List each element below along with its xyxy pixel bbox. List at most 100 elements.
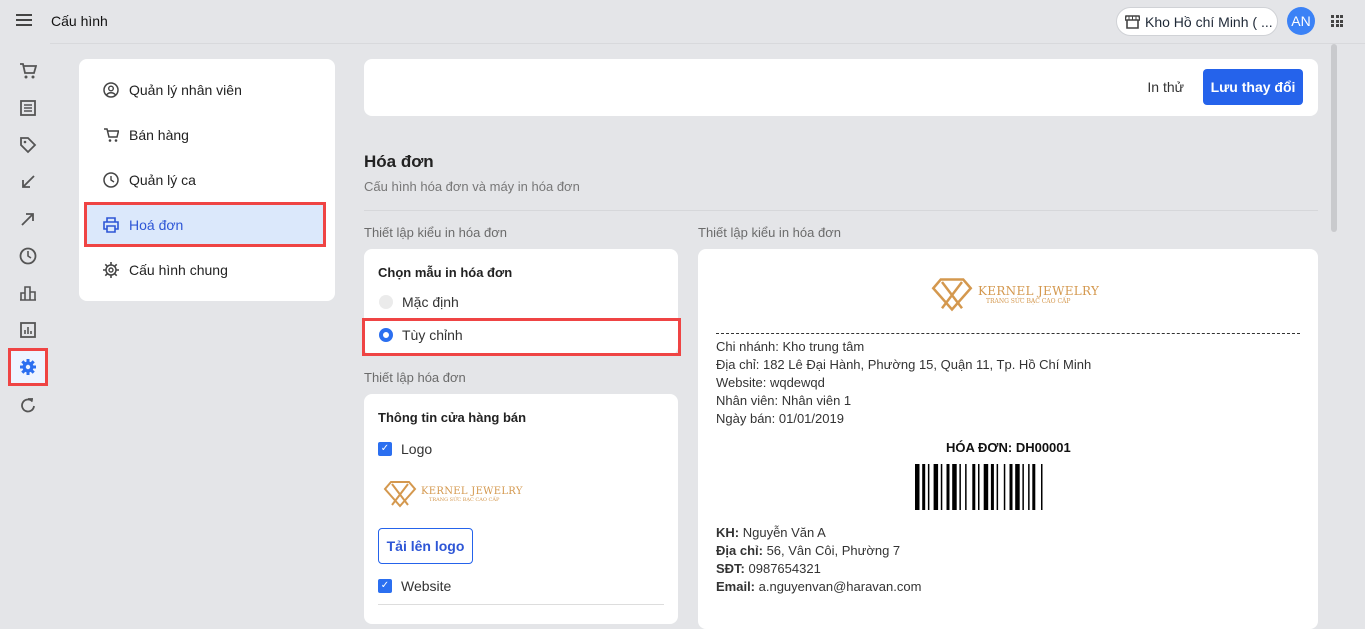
- receipt-icon: [20, 99, 36, 116]
- barcode-bar: [952, 464, 957, 510]
- barcode-bar: [927, 464, 930, 510]
- customer-line: SĐT: 0987654321: [716, 560, 921, 578]
- receipt-line: Website: wqdewqd: [716, 375, 825, 390]
- submenu-label: Quản lý ca: [129, 171, 196, 188]
- brand-tagline: TRANG SỨC BẠC CAO CẤP: [986, 298, 1071, 305]
- submenu-label: Cấu hình chung: [129, 261, 228, 278]
- checkbox-checked-icon[interactable]: ✓: [378, 579, 392, 593]
- submenu-staff[interactable]: Quản lý nhân viên: [79, 67, 335, 112]
- barcode-bar: [1028, 464, 1030, 510]
- nav-products[interactable]: [8, 126, 48, 163]
- settings-submenu: Quản lý nhân viên Bán hàng Quản lý ca Ho…: [79, 59, 335, 301]
- submenu-label: Quản lý nhân viên: [129, 81, 242, 98]
- barcode-bar: [978, 464, 980, 510]
- nav-orders[interactable]: [8, 89, 48, 126]
- preview-label: Thiết lập kiểu in hóa đơn: [698, 225, 841, 240]
- receipt-store-lines: Chi nhánh: Kho trung tâm Địa chỉ: 182 Lê…: [716, 338, 1091, 428]
- bar-chart-icon: [20, 285, 36, 301]
- checkbox-checked-icon[interactable]: ✓: [378, 442, 392, 456]
- barcode-bar: [959, 464, 961, 510]
- website-checkbox[interactable]: ✓ Website: [378, 578, 451, 594]
- nav-sync[interactable]: [8, 386, 48, 423]
- store-selector[interactable]: Kho Hồ chí Minh ( ...: [1116, 7, 1278, 36]
- apps-grid-icon[interactable]: [1331, 15, 1343, 27]
- report-icon: [20, 321, 36, 338]
- receipt-line: Chi nhánh: Kho trung tâm: [716, 339, 865, 354]
- avatar[interactable]: AN: [1287, 7, 1315, 35]
- diamond-logo-icon: [383, 481, 417, 508]
- action-bar: In thử Lưu thay đổi: [364, 59, 1318, 116]
- print-test-button[interactable]: In thử: [1147, 79, 1184, 95]
- section-title: Hóa đơn: [364, 152, 434, 171]
- nav-analytics[interactable]: [8, 274, 48, 311]
- divider: [50, 43, 1365, 44]
- barcode-bar: [922, 464, 926, 510]
- barcode-bar: [1032, 464, 1036, 510]
- dashed-divider: [716, 333, 1300, 334]
- barcode-bar: [1009, 464, 1013, 510]
- customer-line: Địa chỉ: 56, Vân Côi, Phường 7: [716, 542, 921, 560]
- scrollbar[interactable]: [1331, 44, 1337, 232]
- barcode-bar: [915, 464, 920, 510]
- customer-line: KH: Nguyễn Văn A: [716, 524, 921, 542]
- template-title: Chọn mẫu in hóa đơn: [378, 265, 513, 280]
- submenu-shifts[interactable]: Quản lý ca: [79, 157, 335, 202]
- nav-export[interactable]: [8, 200, 48, 237]
- print-style-label: Thiết lập kiểu in hóa đơn: [364, 225, 507, 240]
- nav-shifts[interactable]: [8, 237, 48, 274]
- barcode-bar: [940, 464, 943, 510]
- customer-line: Email: a.nguyenvan@haravan.com: [716, 578, 921, 596]
- brand-tagline: TRANG SỨC BẠC CAO CẤP: [429, 496, 500, 503]
- store-icon: [1125, 15, 1140, 29]
- gear-icon: [103, 261, 119, 278]
- store-info-title: Thông tin cửa hàng bán: [378, 410, 527, 425]
- submenu-invoice[interactable]: Hoá đơn: [84, 202, 326, 247]
- radio-label: Mặc định: [402, 294, 459, 310]
- upload-logo-button[interactable]: Tải lên logo: [378, 528, 473, 564]
- brand-name: KERNEL JEWELRY: [421, 485, 523, 497]
- logo-checkbox[interactable]: ✓ Logo: [378, 441, 432, 457]
- receipt-line: Địa chỉ: 182 Lê Đại Hành, Phường 15, Quậ…: [716, 357, 1092, 372]
- receipt-preview: KERNEL JEWELRY TRANG SỨC BẠC CAO CẤP Chi …: [698, 249, 1318, 629]
- export-icon: [21, 212, 34, 226]
- field-key: Địa chỉ:: [716, 543, 763, 558]
- field-key: Email:: [716, 579, 756, 594]
- nav-cart[interactable]: [8, 52, 48, 89]
- radio-default[interactable]: Mặc định: [379, 294, 459, 310]
- cart-icon: [20, 62, 37, 78]
- field-value: 0987654321: [744, 561, 821, 576]
- user-circle-icon: [103, 81, 119, 98]
- receipt-line: Nhân viên: Nhân viên 1: [716, 393, 852, 408]
- sync-icon: [21, 397, 35, 412]
- checkbox-label: Logo: [401, 441, 433, 457]
- nav-settings[interactable]: [8, 348, 48, 386]
- settings-icon: [20, 359, 36, 375]
- invoice-setup-label: Thiết lập hóa đơn: [364, 370, 466, 385]
- brand-logo: KERNEL JEWELRY TRANG SỨC BẠC CAO CẤP: [383, 480, 523, 508]
- checkbox-label: Website: [401, 578, 452, 594]
- receipt-line: Ngày bán: 01/01/2019: [716, 411, 844, 426]
- invoice-number: HÓA ĐƠN: DH00001: [946, 440, 1071, 455]
- save-changes-button[interactable]: Lưu thay đổi: [1203, 69, 1303, 105]
- hamburger-menu-icon[interactable]: [16, 14, 32, 26]
- website-input[interactable]: [378, 604, 664, 605]
- radio-circle[interactable]: [379, 295, 393, 309]
- store-info-card: Thông tin cửa hàng bán ✓ Logo KERNEL JEWE…: [364, 394, 678, 624]
- field-value: a.nguyenvan@haravan.com: [755, 579, 922, 594]
- field-key: KH:: [716, 525, 740, 540]
- barcode-bar: [1003, 464, 1006, 510]
- barcode-bar: [990, 464, 994, 510]
- submenu-sales[interactable]: Bán hàng: [79, 112, 335, 157]
- brand-name: KERNEL JEWELRY: [978, 284, 1100, 298]
- barcode-bar: [972, 464, 976, 510]
- tag-icon: [20, 136, 37, 153]
- nav-reports[interactable]: [8, 311, 48, 348]
- field-key: SĐT:: [716, 561, 745, 576]
- barcode: [915, 464, 1043, 510]
- submenu-general[interactable]: Cấu hình chung: [79, 247, 335, 292]
- section-subtitle: Cấu hình hóa đơn và máy in hóa đơn: [364, 179, 580, 194]
- barcode-bar: [1015, 464, 1020, 510]
- receipt-customer: KH: Nguyễn Văn A Địa chỉ: 56, Vân Côi, P…: [716, 524, 921, 596]
- nav-import[interactable]: [8, 163, 48, 200]
- nav-rail: [8, 52, 48, 423]
